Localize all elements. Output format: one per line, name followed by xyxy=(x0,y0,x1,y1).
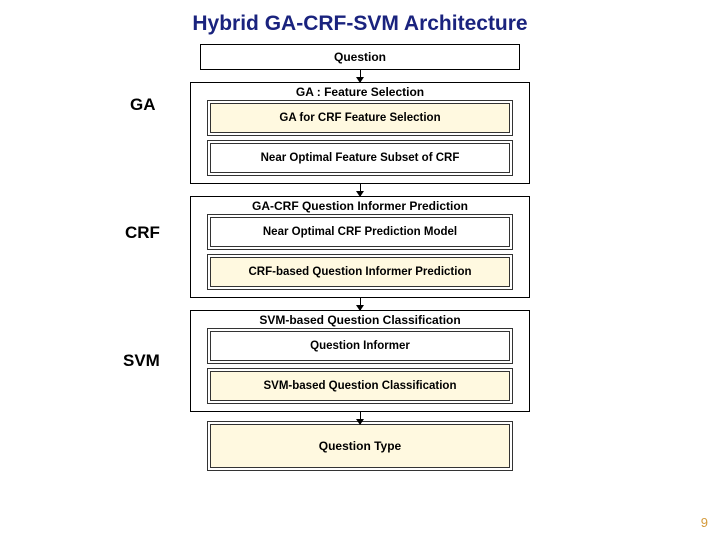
stage-svm: SVM-based Question Classification Questi… xyxy=(190,310,530,412)
stage-header-ga: GA : Feature Selection xyxy=(191,85,529,99)
arrow-icon xyxy=(360,70,361,82)
svm-box-1: Question Informer xyxy=(210,331,510,361)
crf-box-1: Near Optimal CRF Prediction Model xyxy=(210,217,510,247)
ga-box-2: Near Optimal Feature Subset of CRF xyxy=(210,143,510,173)
stage-header-crf: GA-CRF Question Informer Prediction xyxy=(191,199,529,213)
svm-box-2: SVM-based Question Classification xyxy=(210,371,510,401)
crf-box-2: CRF-based Question Informer Prediction xyxy=(210,257,510,287)
arrow-icon xyxy=(360,298,361,310)
ga-box-1: GA for CRF Feature Selection xyxy=(210,103,510,133)
arrow-icon xyxy=(360,412,361,424)
stage-ga: GA : Feature Selection GA for CRF Featur… xyxy=(190,82,530,184)
stage-crf: GA-CRF Question Informer Prediction Near… xyxy=(190,196,530,298)
diagram-title: Hybrid GA-CRF-SVM Architecture xyxy=(0,0,720,42)
input-box-question: Question xyxy=(200,44,520,70)
page-number: 9 xyxy=(701,515,708,530)
stage-header-svm: SVM-based Question Classification xyxy=(191,313,529,327)
output-box-question-type: Question Type xyxy=(210,424,510,468)
arrow-icon xyxy=(360,184,361,196)
